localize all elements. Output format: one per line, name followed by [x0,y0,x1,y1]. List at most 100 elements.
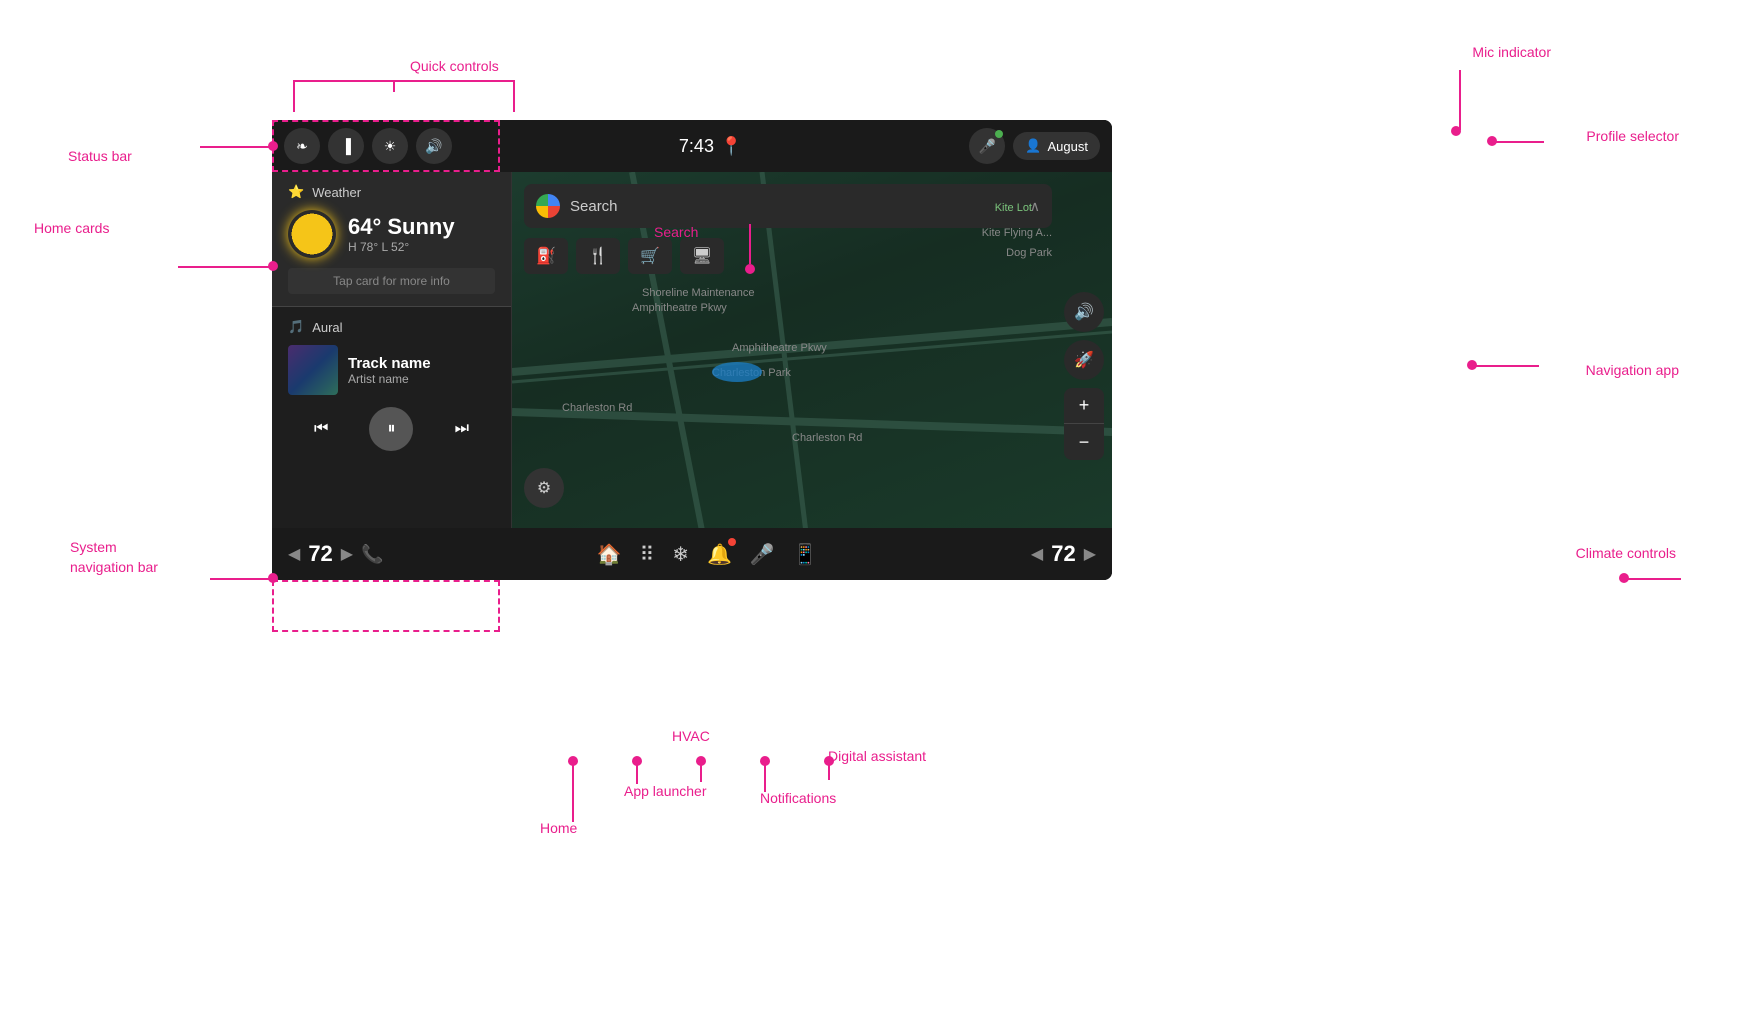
quick-controls-line-v1 [293,80,295,112]
screen-poi-button[interactable]: 🖥 [680,238,724,274]
signal-icon: ▐ [341,138,351,154]
mic-button[interactable]: 🎤 [969,128,1005,164]
nav-icons-center: 🏠 ⠿ ❄ 🔔 🎤 📱 [597,542,818,567]
temp-up-left-button[interactable]: ▶ [341,544,353,564]
status-bar-left: ❧ ▐ ☀ 🔊 [284,128,452,164]
app-launcher-button[interactable]: ⠿ [640,542,655,567]
quick-controls-line-v2 [513,80,515,112]
brightness-icon: ☀ [384,138,397,155]
annotation-profile-selector: Profile selector [1586,128,1679,144]
road-label-4: Charleston Rd [792,432,862,444]
assistant-button[interactable]: 🎤 [750,542,775,567]
food-poi-button[interactable]: 🍴 [576,238,620,274]
volume-icon: 🔊 [425,138,442,155]
road-label-1: Amphitheatre Pkwy [632,302,727,314]
fuel-poi-button[interactable]: ⛽ [524,238,568,274]
notifications-button[interactable]: 🔔 [707,542,732,567]
climate-connector [1626,578,1681,580]
annotation-system-nav: Systemnavigation bar [70,538,158,577]
home-dot [568,756,578,766]
weather-title-row: ⭐ Weather [288,184,495,200]
place-shoreline: Shoreline Maintenance [642,287,755,299]
track-info: Track name Artist name [348,355,431,386]
annotation-digital-assistant: Digital assistant [828,748,926,764]
car-ui-screen: ❧ ▐ ☀ 🔊 7:43 📍 🎤 👤 August [272,120,1112,580]
home-connector [572,762,574,822]
system-nav-bar: ◀ 72 ▶ 📞 🏠 ⠿ ❄ 🔔 🎤 📱 ◀ 72 ▶ [272,528,1112,580]
search-dot [745,264,755,274]
music-card[interactable]: 🎵 Aural Track name Artist name ⏮ ⏸ ⏭ [272,307,511,463]
place-kite-lot: Kite Lot [995,202,1032,214]
music-title-row: 🎵 Aural [288,319,495,335]
annotation-search: Search [654,224,698,240]
map-right-controls: 🔊 🚀 + − [1064,292,1104,460]
zoom-in-button[interactable]: + [1064,388,1104,424]
annotation-notifications: Notifications [760,790,836,806]
brightness-button[interactable]: ☀ [372,128,408,164]
mic-icon: 🎤 [979,138,996,155]
system-nav-connector [210,578,272,580]
profile-icon: 👤 [1025,138,1041,154]
status-bar-dot [268,141,278,151]
road-label-2: Amphitheatre Pkwy [732,342,827,354]
home-button[interactable]: 🏠 [597,542,622,567]
quick-controls-line-h [293,80,513,82]
annotation-mic-indicator: Mic indicator [1472,44,1551,60]
map-settings-button[interactable]: ⚙ [524,468,564,508]
location-marker [712,362,762,382]
navigation-button[interactable]: 🚀 [1064,340,1104,380]
zoom-controls: + − [1064,388,1104,460]
place-kite-flying: Kite Flying A... [982,227,1052,239]
quick-controls-line-center [393,80,395,92]
weather-info: 64° Sunny H 78° L 52° [348,214,455,254]
status-bar-connector [200,146,272,148]
mic-dot-annotation [1451,126,1461,136]
status-bar-right: 🎤 👤 August [969,128,1100,164]
prev-track-button[interactable]: ⏮ [303,411,339,447]
next-track-button[interactable]: ⏭ [444,411,480,447]
weather-main-content: 64° Sunny H 78° L 52° [288,210,495,258]
climate-dot [1619,573,1629,583]
navigation-app-area[interactable]: Search ∧ ⛽ 🍴 🛒 🖥 Amphitheatre Pkwy Amphi… [512,172,1112,528]
sun-icon [288,210,336,258]
search-input[interactable]: Search [570,198,1020,215]
location-pin-icon: 📍 [720,136,742,157]
home-cards-dot [268,261,278,271]
bluetooth-button[interactable]: ❧ [284,128,320,164]
nav-app-connector [1474,365,1539,367]
weather-icon: ⭐ [288,184,304,200]
applauncher-dot [632,756,642,766]
status-bar: ❧ ▐ ☀ 🔊 7:43 📍 🎤 👤 August [272,120,1112,172]
climate-left-controls: ◀ 72 ▶ 📞 [288,541,384,567]
shopping-poi-button[interactable]: 🛒 [628,238,672,274]
phone-icon[interactable]: 📞 [361,544,383,565]
phone-call-button[interactable]: 📱 [793,542,818,567]
volume-map-button[interactable]: 🔊 [1064,292,1104,332]
mic-active-dot [995,130,1003,138]
notifications-dot [760,756,770,766]
zoom-out-button[interactable]: − [1064,424,1104,460]
music-app-icon: 🎵 [288,319,304,335]
temp-down-right-button[interactable]: ◀ [1031,544,1043,564]
annotation-home: Home [540,820,577,836]
mic-connector-v [1459,70,1461,130]
signal-button[interactable]: ▐ [328,128,364,164]
weather-card[interactable]: ⭐ Weather 64° Sunny H 78° L 52° Tap card… [272,172,511,307]
system-nav-dot [268,573,278,583]
maps-logo-icon [536,194,560,218]
map-search-bar[interactable]: Search ∧ [524,184,1052,228]
profile-dot [1487,136,1497,146]
music-track-row: Track name Artist name [288,345,495,395]
profile-connector [1494,141,1544,143]
music-controls: ⏮ ⏸ ⏭ [288,407,495,451]
road-label-3: Charleston Rd [562,402,632,414]
temp-down-left-button[interactable]: ◀ [288,544,300,564]
temp-up-right-button[interactable]: ▶ [1084,544,1096,564]
hvac-button[interactable]: ❄ [672,542,689,567]
search-connector [749,224,751,264]
profile-selector-button[interactable]: 👤 August [1013,132,1100,160]
volume-button[interactable]: 🔊 [416,128,452,164]
play-pause-button[interactable]: ⏸ [369,407,413,451]
annotation-navigation-app: Navigation app [1586,362,1679,378]
home-cards-panel: ⭐ Weather 64° Sunny H 78° L 52° Tap card… [272,172,512,528]
